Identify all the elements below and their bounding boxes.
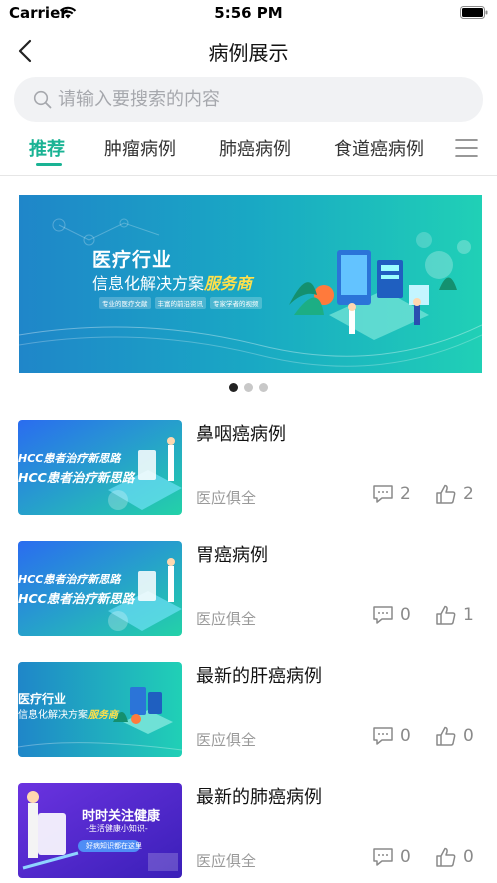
tabs-divider: [0, 175, 497, 176]
case-source: 医应俱全: [196, 852, 257, 870]
case-list-item[interactable]: HCC患者治疗新思路 HCC患者治疗新思路 胃癌病例 医应俱全 0 1: [0, 541, 497, 641]
pager-dot[interactable]: [259, 383, 268, 392]
thumb-caption: 时时关注健康: [82, 809, 161, 824]
search-icon: [33, 90, 52, 109]
banner-subtitle: 信息化解决方案服务商: [92, 274, 253, 293]
case-list-item[interactable]: HCC患者治疗新思路 HCC患者治疗新思路 鼻咽癌病例 医应俱全 2 2: [0, 420, 497, 520]
thumb-caption-large: HCC患者治疗新思路: [18, 591, 135, 606]
comment-count-button[interactable]: 2: [372, 484, 411, 504]
thumb-subcaption: 信息化解决方案服务商: [18, 710, 118, 721]
search-bar[interactable]: [14, 77, 483, 122]
banner-tag: 专业的医疗文献: [99, 297, 151, 309]
like-count: 2: [463, 484, 474, 504]
like-count: 0: [463, 726, 474, 746]
case-source: 医应俱全: [196, 731, 257, 749]
like-count-button[interactable]: 0: [435, 847, 474, 867]
comment-count: 0: [400, 726, 411, 746]
like-count: 0: [463, 847, 474, 867]
pager-dot[interactable]: [244, 383, 253, 392]
pager-dot[interactable]: [229, 383, 238, 392]
like-count: 1: [463, 605, 474, 625]
like-icon: [436, 847, 456, 867]
category-tabs: 推荐 肿瘤病例 肺癌病例 食道癌病例: [0, 127, 497, 173]
nav-bar: 病例展示: [0, 26, 497, 74]
thumb-subcaption: -生活健康小知识-: [86, 824, 148, 833]
like-icon: [436, 605, 456, 625]
banner-tag: 丰富的前沿资讯: [154, 297, 206, 309]
search-input[interactable]: [58, 77, 458, 122]
banner-carousel[interactable]: 医疗行业 信息化解决方案服务商 专业的医疗文献 丰富的前沿资讯 专家学者的视频: [19, 195, 482, 373]
banner-tags: 专业的医疗文献 丰富的前沿资讯 专家学者的视频: [99, 297, 262, 309]
case-thumbnail[interactable]: HCC患者治疗新思路 HCC患者治疗新思路: [18, 420, 182, 515]
comment-icon: [373, 606, 393, 624]
case-title[interactable]: 最新的肺癌病例: [196, 783, 322, 809]
case-thumbnail[interactable]: 时时关注健康 -生活健康小知识- 好病知识都在这里: [18, 783, 182, 878]
case-title[interactable]: 鼻咽癌病例: [196, 420, 286, 446]
case-list-item[interactable]: 医疗行业 信息化解决方案服务商 最新的肝癌病例 医应俱全 0 0: [0, 662, 497, 762]
like-icon: [436, 726, 456, 746]
case-source: 医应俱全: [196, 489, 257, 507]
menu-icon[interactable]: [455, 137, 478, 159]
battery-icon: [460, 6, 488, 19]
comment-count-button[interactable]: 0: [372, 605, 411, 625]
like-count-button[interactable]: 1: [435, 605, 474, 625]
case-title[interactable]: 最新的肝癌病例: [196, 662, 322, 688]
tab-tumor-cases[interactable]: 肿瘤病例: [104, 135, 176, 161]
comment-count-button[interactable]: 0: [372, 726, 411, 746]
like-count-button[interactable]: 0: [435, 726, 474, 746]
clock: 5:56 PM: [214, 4, 283, 22]
comment-icon: [373, 485, 393, 503]
active-tab-indicator: [36, 163, 62, 166]
comment-icon: [373, 727, 393, 745]
comment-count: 0: [400, 847, 411, 867]
tab-lung-cancer-cases[interactable]: 肺癌病例: [219, 135, 291, 161]
case-source: 医应俱全: [196, 610, 257, 628]
like-count-button[interactable]: 2: [435, 484, 474, 504]
thumb-caption: HCC患者治疗新思路: [18, 573, 121, 586]
thumb-button-caption: 好病知识都在这里: [86, 842, 142, 850]
tab-esophageal-cancer-cases[interactable]: 食道癌病例: [334, 135, 424, 161]
thumb-caption: 医疗行业: [18, 692, 67, 706]
thumb-caption-large: HCC患者治疗新思路: [18, 470, 135, 485]
comment-count-button[interactable]: 0: [372, 847, 411, 867]
like-icon: [436, 484, 456, 504]
tab-recommend[interactable]: 推荐: [29, 135, 65, 161]
comment-icon: [373, 848, 393, 866]
case-thumbnail[interactable]: 医疗行业 信息化解决方案服务商: [18, 662, 182, 757]
banner-subtitle-highlight: 服务商: [204, 274, 253, 293]
banner-pager[interactable]: [0, 383, 497, 393]
case-title[interactable]: 胃癌病例: [196, 541, 268, 567]
banner-tag: 专家学者的视频: [210, 297, 262, 309]
banner-title: 医疗行业: [92, 249, 173, 271]
status-bar: Carrier 5:56 PM: [0, 0, 497, 26]
case-thumbnail[interactable]: HCC患者治疗新思路 HCC患者治疗新思路: [18, 541, 182, 636]
comment-count: 0: [400, 605, 411, 625]
comment-count: 2: [400, 484, 411, 504]
case-list-item[interactable]: 时时关注健康 -生活健康小知识- 好病知识都在这里 最新的肺癌病例 医应俱全 0…: [0, 783, 497, 883]
page-title: 病例展示: [208, 41, 289, 65]
thumb-caption: HCC患者治疗新思路: [18, 452, 121, 465]
